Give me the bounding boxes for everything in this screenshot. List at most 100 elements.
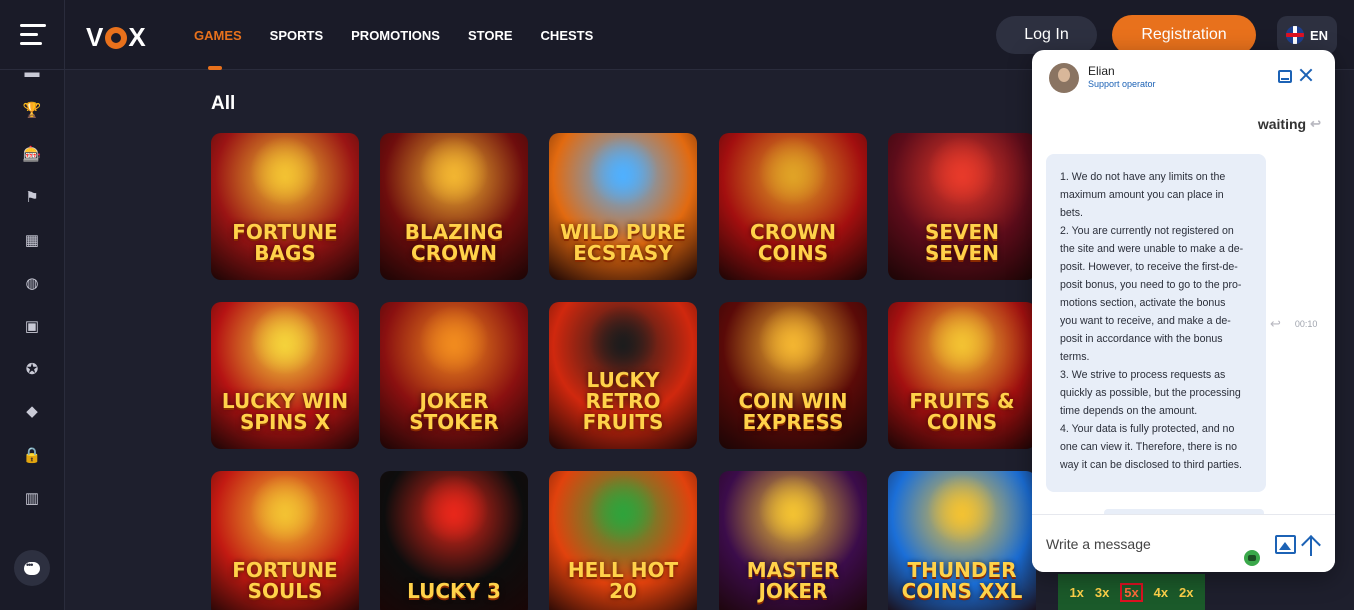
game-art	[250, 474, 320, 545]
bot-icon[interactable]	[1244, 550, 1260, 566]
sidebar: ▬ 🏆 🎰 ⚑ ▦ ◍ ▣ ✪ ◆ 🔒 ▥	[0, 64, 64, 610]
nav-sports[interactable]: SPORTS	[270, 28, 323, 43]
game-tile[interactable]: SEVEN SEVEN	[888, 133, 1036, 280]
game-title: FRUITS & COINS	[909, 389, 1015, 434]
game-title: LUCKY RETRO FRUITS	[582, 368, 664, 434]
game-tile[interactable]: COIN WIN EXPRESS	[719, 302, 867, 449]
message-line: you want to receive, and make a de-	[1060, 315, 1231, 327]
game-title: JOKER STOKER	[409, 389, 499, 434]
minimize-icon[interactable]	[1278, 70, 1292, 83]
mini-game-strip[interactable]: 1x 3x 5x 4x 2x	[1058, 574, 1205, 610]
attach-image-icon[interactable]	[1275, 535, 1296, 554]
status-message: waiting ↩	[1258, 116, 1321, 132]
message-line: the site and were unable to make a de-	[1060, 243, 1244, 255]
nav-chests[interactable]: CHESTS	[541, 28, 594, 43]
menu-partial-icon[interactable]: ▬	[22, 62, 42, 82]
award-icon[interactable]: ✪	[22, 359, 42, 379]
game-tile[interactable]: Lucky 3	[380, 471, 528, 610]
message-line: 3. We strive to process requests as	[1060, 369, 1226, 381]
game-tile[interactable]: FORTUNE BAGS	[211, 133, 359, 280]
game-art	[250, 136, 320, 207]
chat-bubble-icon[interactable]	[14, 550, 50, 586]
multiplier: 1x	[1069, 584, 1084, 600]
message-line: bets.	[1060, 207, 1083, 219]
language-selector[interactable]: EN	[1277, 16, 1337, 54]
game-tile[interactable]: BLAZING CROWN	[380, 133, 528, 280]
operator-name: Elian	[1088, 64, 1115, 78]
game-title: CROWN COINS	[750, 220, 836, 265]
game-tile[interactable]: LUCKY RETRO FRUITS	[549, 302, 697, 449]
message-line: time depends on the amount.	[1060, 405, 1198, 417]
uk-flag-icon	[1285, 26, 1304, 44]
message-line: 1. We do not have any limits on the	[1060, 171, 1226, 183]
message-line: one can view it. Therefore, there is no	[1060, 441, 1238, 453]
close-icon[interactable]	[1298, 67, 1314, 83]
game-tile[interactable]: FORTUNE SOULS	[211, 471, 359, 610]
game-tile[interactable]: CROWN COINS	[719, 133, 867, 280]
reply-icon[interactable]: ↩	[1310, 116, 1321, 132]
login-button[interactable]: Log In	[996, 16, 1097, 54]
operator-message: 1. We do not have any limits on the maxim…	[1046, 154, 1266, 492]
game-tile[interactable]: FRUITS & COINS	[888, 302, 1036, 449]
reply-icon[interactable]: ↩	[1270, 316, 1281, 332]
support-chat-window: Elian Support operator waiting ↩ 1. We d…	[1032, 50, 1335, 572]
game-tile[interactable]: THUNDER COINS XXL	[888, 471, 1036, 610]
message-meta: ↩ 00:10	[1270, 316, 1317, 332]
message-input[interactable]	[1046, 529, 1236, 559]
game-title: FORTUNE BAGS	[232, 220, 338, 265]
game-title: Lucky 3	[407, 579, 501, 603]
send-icon[interactable]	[1300, 533, 1322, 557]
nav-promotions[interactable]: PROMOTIONS	[351, 28, 440, 43]
message-line: way it can be disclosed to third parties…	[1060, 459, 1242, 471]
game-art	[419, 305, 489, 376]
lock-icon[interactable]: 🔒	[22, 445, 42, 465]
flag-icon[interactable]: ⚑	[22, 187, 42, 207]
message-line: motions section, activate the bonus	[1060, 297, 1226, 309]
menu-icon[interactable]	[20, 24, 46, 46]
nav-games[interactable]: GAMES	[194, 28, 242, 70]
operator-avatar	[1049, 63, 1079, 93]
multiplier: 4x	[1153, 584, 1169, 600]
trophy-icon[interactable]: 🏆	[22, 100, 42, 120]
game-title: WILD PURE ECSTASY	[560, 220, 686, 265]
multiplier: 3x	[1094, 584, 1110, 600]
tv-icon[interactable]: ▣	[22, 316, 42, 336]
chat-header: Elian Support operator	[1032, 50, 1335, 106]
game-art	[588, 136, 658, 207]
message-line: terms.	[1060, 351, 1090, 363]
game-art	[588, 474, 658, 545]
game-art	[419, 474, 489, 545]
game-title: THUNDER COINS XXL	[901, 558, 1023, 603]
diamond-icon[interactable]: ◆	[22, 401, 42, 421]
game-art	[758, 305, 828, 376]
message-line: posit in accordance with the bonus	[1060, 333, 1223, 345]
nav-store[interactable]: STORE	[468, 28, 513, 43]
game-tile[interactable]: MASTER JOKER	[719, 471, 867, 610]
sidebar-divider	[64, 0, 65, 610]
chat-composer	[1032, 514, 1335, 572]
logo[interactable]: VX	[86, 22, 147, 53]
game-art	[927, 305, 997, 376]
game-tile[interactable]: HELL HOT 20	[549, 471, 697, 610]
status-text: waiting	[1257, 116, 1307, 132]
game-art	[588, 305, 658, 376]
leaderboard-icon[interactable]: ▥	[22, 488, 42, 508]
game-tile[interactable]: JOKER STOKER	[380, 302, 528, 449]
message-line: maximum amount you can place in	[1060, 189, 1224, 201]
logo-o-icon	[105, 26, 128, 49]
game-art	[927, 474, 997, 545]
multiplier: 2x	[1179, 584, 1194, 600]
basketball-icon[interactable]: ◍	[22, 273, 42, 293]
main-nav: GAMES SPORTS PROMOTIONS STORE CHESTS	[194, 28, 594, 70]
casino-icon[interactable]: 🎰	[22, 144, 42, 164]
game-art	[758, 474, 828, 545]
game-title: MASTER JOKER	[746, 558, 840, 603]
game-title: FORTUNE SOULS	[232, 558, 338, 603]
game-tile[interactable]: LUCKY WIN SPINS X	[211, 302, 359, 449]
registration-button[interactable]: Registration	[1112, 15, 1256, 55]
message-line: posit. However, to receive the first-de-	[1060, 261, 1238, 273]
operator-role: Support operator	[1088, 79, 1156, 89]
game-tile[interactable]: WILD PURE ECSTASY	[549, 133, 697, 280]
calendar-icon[interactable]: ▦	[22, 230, 42, 250]
game-title: LUCKY WIN SPINS X	[221, 389, 349, 434]
